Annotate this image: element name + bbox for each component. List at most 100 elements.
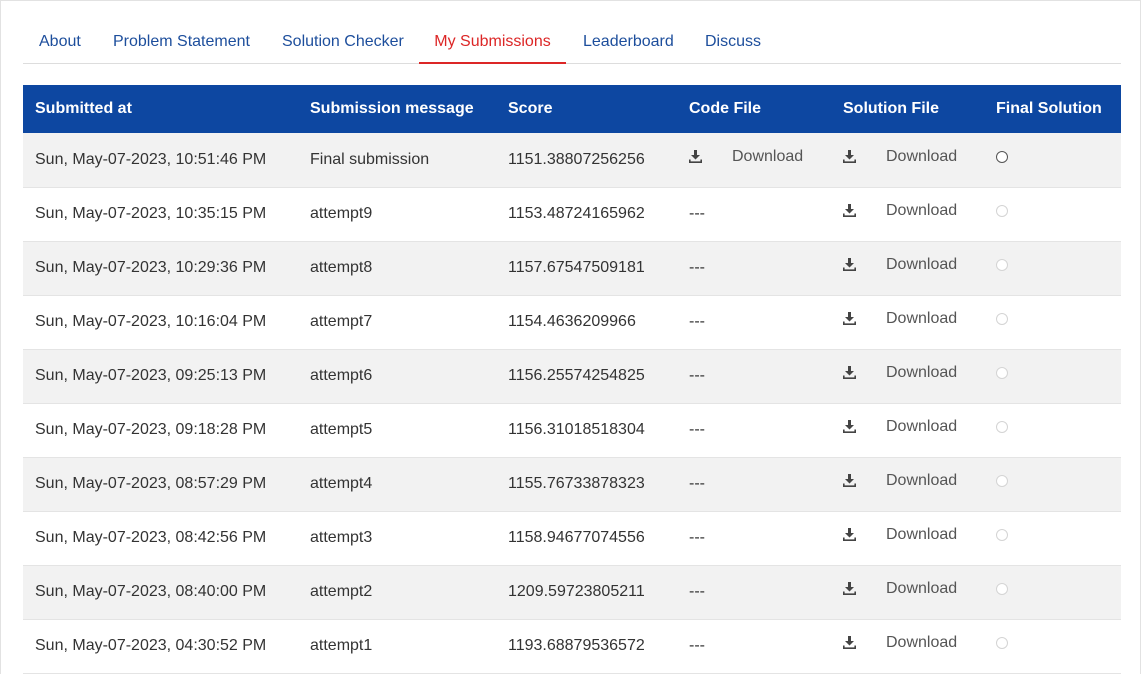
final-solution-radio [996,313,1008,325]
cell-final-solution [984,403,1121,457]
tab-problem-statement[interactable]: Problem Statement [113,23,250,64]
final-solution-radio [996,583,1008,595]
download-icon [843,636,856,650]
cell-score: 1156.25574254825 [508,367,645,384]
cell-solution-file: Download [831,565,984,619]
download-icon [843,150,856,163]
cell-submission-message: attempt8 [310,259,373,276]
final-solution-radio [996,367,1008,379]
cell-submitted-at: Sun, May-07-2023, 10:51:46 PM [35,150,267,168]
download-icon [843,258,856,272]
solution-file-download-link[interactable]: Download [843,364,957,382]
cell-submitted-at: Sun, May-07-2023, 08:40:00 PM [35,583,267,600]
cell-code-file: --- [689,421,705,438]
final-solution-radio[interactable] [996,150,1008,163]
cell-submitted-at: Sun, May-07-2023, 09:25:13 PM [35,367,267,384]
solution-file-download-link[interactable]: Download [843,580,957,598]
cell-submitted-at: Sun, May-07-2023, 04:30:52 PM [35,637,267,654]
cell-code-file: --- [689,637,705,654]
header-submission-message: Submission message [310,100,474,117]
table-row: Sun, May-07-2023, 04:30:52 PM attempt1 119… [23,619,1121,673]
final-solution-radio [996,637,1008,649]
cell-solution-file: Download [831,295,984,349]
cell-final-solution [984,511,1121,565]
tab-my-submissions[interactable]: My Submissions [419,23,566,64]
solution-file-download-link[interactable]: Download [843,148,957,166]
cell-submitted-at: Sun, May-07-2023, 09:18:28 PM [35,421,267,438]
download-label: Download [732,147,804,165]
cell-submission-message: attempt4 [310,475,373,492]
tab-discuss[interactable]: Discuss [705,23,761,64]
table-row: Sun, May-07-2023, 08:40:00 PM attempt2 120… [23,565,1121,619]
table-row: Sun, May-07-2023, 09:25:13 PM attempt6 115… [23,349,1121,403]
table-row: Sun, May-07-2023, 08:57:29 PM attempt4 115… [23,457,1121,511]
solution-file-download-link[interactable]: Download [843,256,957,274]
final-solution-radio [996,475,1008,487]
cell-submission-message: attempt6 [310,367,373,384]
cell-final-solution [984,349,1121,403]
solution-file-download-link[interactable]: Download [843,472,957,490]
download-label: Download [886,471,958,489]
solution-file-download-link[interactable]: Download [843,526,957,544]
download-label: Download [886,363,958,381]
table-header-row: Submitted at Submission message Score Co… [23,85,1121,133]
cell-code-file: --- [689,205,705,222]
header-submitted-at: Submitted at [35,100,132,117]
download-icon [843,366,856,380]
solution-file-download-link[interactable]: Download [843,310,957,328]
header-code-file: Code File [689,100,762,117]
final-solution-radio [996,205,1008,217]
download-icon [843,204,856,218]
cell-submitted-at: Sun, May-07-2023, 10:16:04 PM [35,313,267,330]
cell-score: 1193.68879536572 [508,637,645,654]
cell-solution-file: Download [831,349,984,403]
download-label: Download [886,633,958,651]
solution-file-download-link[interactable]: Download [843,634,957,652]
solution-file-download-link[interactable]: Download [843,202,957,220]
cell-final-solution [984,241,1121,295]
cell-score: 1155.76733878323 [508,475,645,492]
submissions-table: Submitted at Submission message Score Co… [23,85,1121,674]
cell-score: 1157.67547509181 [508,259,645,276]
tab-leaderboard[interactable]: Leaderboard [583,23,674,64]
tab-about[interactable]: About [39,23,81,64]
cell-submission-message: Final submission [310,150,430,168]
cell-score: 1154.4636209966 [508,313,636,330]
download-icon [843,474,856,488]
tab-solution-checker[interactable]: Solution Checker [282,23,404,64]
download-label: Download [886,255,958,273]
solution-file-download-link[interactable]: Download [843,418,957,436]
cell-solution-file: Download [831,187,984,241]
cell-submitted-at: Sun, May-07-2023, 10:29:36 PM [35,259,267,276]
cell-final-solution [984,619,1121,673]
table-row: Sun, May-07-2023, 10:16:04 PM attempt7 115… [23,295,1121,349]
cell-solution-file: Download [831,511,984,565]
download-label: Download [886,417,958,435]
cell-code-file: Download [677,133,831,187]
download-label: Download [886,201,958,219]
cell-code-file: --- [689,475,705,492]
cell-submission-message: attempt2 [310,583,373,600]
download-icon [843,420,856,434]
download-icon [843,528,856,542]
cell-score: 1153.48724165962 [508,205,645,222]
cell-final-solution [984,187,1121,241]
cell-submitted-at: Sun, May-07-2023, 08:57:29 PM [35,475,267,492]
cell-submitted-at: Sun, May-07-2023, 10:35:15 PM [35,205,267,222]
download-label: Download [886,309,958,327]
final-solution-radio [996,259,1008,271]
cell-score: 1158.94677074556 [508,529,645,546]
header-final-solution: Final Solution [996,100,1102,117]
download-label: Download [886,147,958,165]
final-solution-radio [996,529,1008,541]
table-row: Sun, May-07-2023, 10:51:46 PM Final submi… [23,133,1121,187]
table-row: Sun, May-07-2023, 10:35:15 PM attempt9 115… [23,187,1121,241]
code-file-download-link[interactable]: Download [689,148,803,166]
cell-score: 1209.59723805211 [508,583,645,600]
cell-submission-message: attempt1 [310,637,373,654]
page-frame: About Problem Statement Solution Checker… [0,0,1141,674]
table-row: Sun, May-07-2023, 09:18:28 PM attempt5 115… [23,403,1121,457]
cell-solution-file: Download [831,619,984,673]
cell-code-file: --- [689,259,705,276]
cell-score: 1151.38807256256 [508,150,645,168]
